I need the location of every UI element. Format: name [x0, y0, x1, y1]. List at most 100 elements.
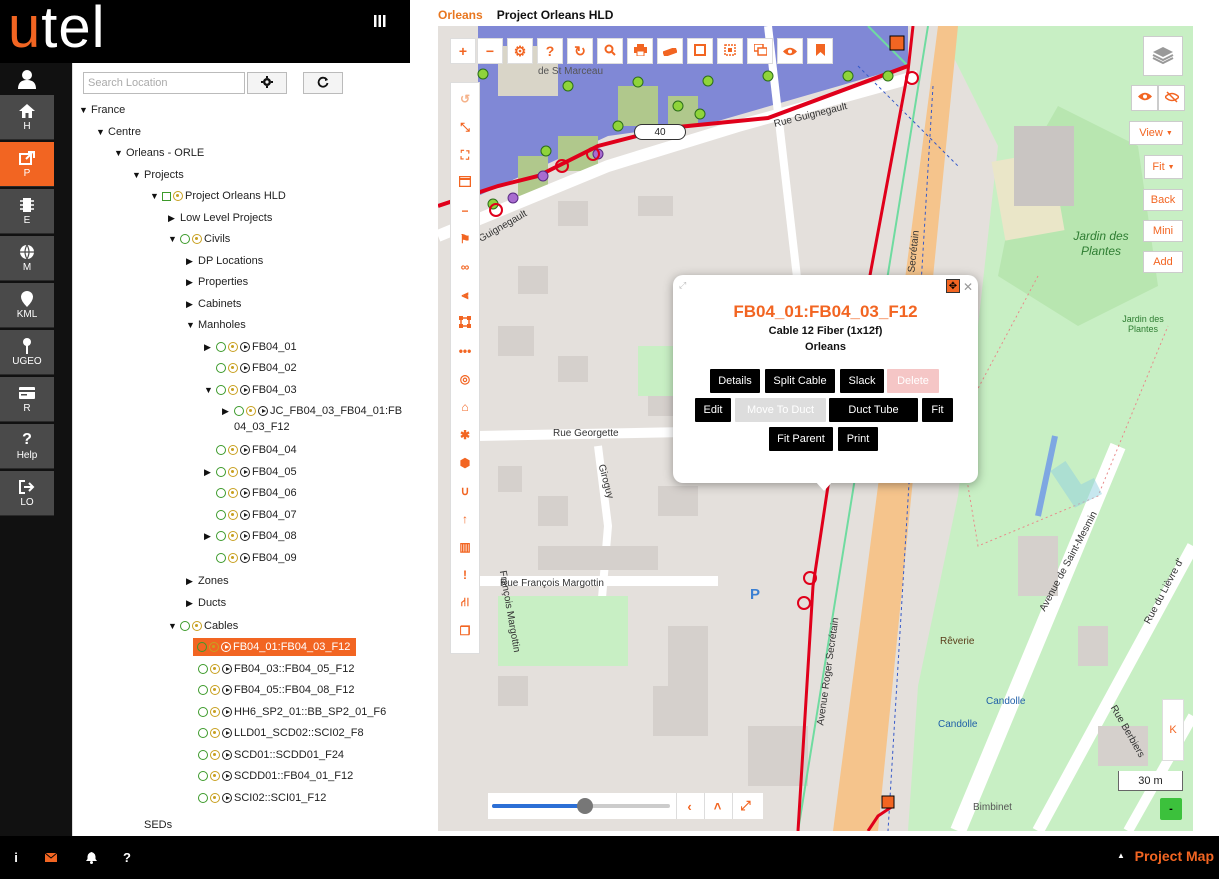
play-circle-icon[interactable]	[222, 685, 232, 695]
magnet-button[interactable]: ∪	[453, 479, 477, 503]
play-circle-icon[interactable]	[240, 385, 250, 395]
expanded-caret-icon[interactable]: ▼	[79, 105, 91, 115]
minimap-toggle-button[interactable]: -	[1160, 798, 1182, 820]
visibility-circle-icon[interactable]	[234, 406, 244, 416]
mail-icon[interactable]	[38, 836, 64, 879]
visibility-circle-icon[interactable]	[216, 445, 226, 455]
delete-button[interactable]: Delete	[887, 369, 939, 393]
panel-button[interactable]	[453, 171, 477, 195]
opacity-slider[interactable]	[492, 798, 670, 814]
nav-projects[interactable]: P	[0, 142, 54, 187]
tree-node-project-hld[interactable]: ▼ Project Orleans HLD	[150, 187, 286, 205]
close-icon[interactable]: ✕	[963, 280, 973, 294]
building-button[interactable]: ▥	[453, 535, 477, 559]
tree-node-projects[interactable]: ▼ Projects	[132, 166, 184, 184]
fit-parent-button[interactable]: Fit Parent	[769, 427, 833, 451]
road-button[interactable]: ⛙	[453, 591, 477, 615]
map-canvas[interactable]: Rue Guignegault Guignegault de St Marcea…	[438, 26, 1193, 831]
cable-item[interactable]: FB04_03::FB04_05_F12	[198, 660, 354, 678]
move-to-duct-button[interactable]: Move To Duct	[735, 398, 826, 422]
add-button[interactable]: Add	[1143, 251, 1183, 273]
collapsed-caret-icon[interactable]: ▶	[186, 277, 198, 288]
fit-button[interactable]: Fit	[922, 398, 953, 422]
split-cable-button[interactable]: Split Cable	[765, 369, 835, 393]
refresh-button[interactable]: ↻	[567, 38, 593, 64]
tree-node-fb04-09[interactable]: FB04_09	[216, 549, 297, 567]
collapsed-caret-icon[interactable]: ▶	[186, 598, 198, 609]
collapse-button[interactable]: ⤡	[453, 115, 477, 139]
play-circle-icon[interactable]	[240, 510, 250, 520]
visibility-circle-icon[interactable]	[216, 363, 226, 373]
visibility-circle-icon[interactable]	[216, 531, 226, 541]
vertex-button[interactable]	[453, 311, 477, 335]
status-circle-icon[interactable]	[228, 553, 238, 563]
tree-node-fb04-04[interactable]: FB04_04	[216, 441, 297, 459]
bookmark-button[interactable]	[807, 38, 833, 64]
expanded-caret-icon[interactable]: ▼	[186, 320, 198, 330]
k-button[interactable]: K	[1162, 699, 1184, 761]
play-circle-icon[interactable]	[222, 750, 232, 760]
tree-node-cables[interactable]: ▼ Cables	[168, 617, 238, 635]
visibility-circle-icon[interactable]	[216, 553, 226, 563]
visibility-circle-icon[interactable]	[216, 467, 226, 477]
visibility-circle-icon[interactable]	[198, 664, 208, 674]
collapsed-caret-icon[interactable]: ▶	[204, 467, 216, 478]
tree-node-low-level[interactable]: ▶ Low Level Projects	[168, 209, 272, 227]
tree-node-zones[interactable]: ▶ Zones	[186, 572, 229, 590]
play-circle-icon[interactable]	[222, 664, 232, 674]
slack-loop-button[interactable]: ∞	[453, 255, 477, 279]
alert-button[interactable]: !	[453, 563, 477, 587]
visibility-circle-icon[interactable]	[198, 793, 208, 803]
play-circle-icon[interactable]	[240, 553, 250, 563]
play-circle-icon[interactable]	[240, 363, 250, 373]
bell-icon[interactable]	[78, 836, 104, 879]
copy-button[interactable]: ❐	[453, 619, 477, 643]
visibility-circle-icon[interactable]	[198, 771, 208, 781]
cable-item[interactable]: SCI02::SCI01_F12	[198, 789, 326, 807]
target-button[interactable]: ◎	[453, 367, 477, 391]
mini-button[interactable]: Mini	[1143, 220, 1183, 242]
collapsed-caret-icon[interactable]: ▶	[168, 213, 180, 224]
expanded-caret-icon[interactable]: ▼	[132, 170, 144, 180]
expanded-caret-icon[interactable]: ▼	[204, 385, 216, 395]
tree-node-centre[interactable]: ▼ Centre	[96, 123, 141, 141]
status-circle-icon[interactable]	[173, 191, 183, 201]
print-button[interactable]	[627, 38, 653, 64]
tree-node-france[interactable]: ▼ France	[79, 101, 125, 119]
expanded-caret-icon[interactable]: ▼	[168, 621, 180, 631]
details-button[interactable]: Details	[710, 369, 760, 393]
cable-item[interactable]: FB04_05::FB04_08_F12	[198, 681, 354, 699]
layers-button[interactable]	[1143, 36, 1183, 76]
expand-button[interactable]: ⤢	[732, 793, 758, 819]
status-circle-icon[interactable]	[210, 793, 220, 803]
collapsed-caret-icon[interactable]: ▶	[222, 406, 234, 417]
status-circle-icon[interactable]	[210, 707, 220, 717]
tree-node-fb04-08[interactable]: ▶ FB04_08	[204, 527, 297, 545]
breadcrumb-orleans[interactable]: Orleans	[438, 8, 483, 22]
visibility-circle-icon[interactable]	[198, 750, 208, 760]
tree-node-civils[interactable]: ▼ Civils	[168, 230, 230, 248]
slack-button[interactable]: Slack	[840, 369, 884, 393]
show-layer-button[interactable]	[1131, 85, 1158, 111]
split-button[interactable]: ⫷	[453, 283, 477, 307]
nav-equipment[interactable]: E	[0, 189, 54, 234]
search-button[interactable]	[597, 38, 623, 64]
visibility-circle-icon[interactable]	[198, 685, 208, 695]
play-circle-icon[interactable]	[222, 771, 232, 781]
tree-node-orleans[interactable]: ▼ Orleans - ORLE	[114, 144, 204, 162]
tree-node-fb04-01[interactable]: ▶ FB04_01	[204, 338, 297, 356]
visibility-circle-icon[interactable]	[180, 234, 190, 244]
collapsed-caret-icon[interactable]: ▶	[186, 576, 198, 587]
play-circle-icon[interactable]	[222, 707, 232, 717]
status-circle-icon[interactable]	[210, 750, 220, 760]
collapsed-caret-icon[interactable]: ▶	[186, 299, 198, 310]
status-circle-icon[interactable]	[210, 728, 220, 738]
play-circle-icon[interactable]	[222, 793, 232, 803]
expand-popup-icon[interactable]: ⤢	[679, 280, 686, 291]
status-circle-icon[interactable]	[246, 406, 256, 416]
play-circle-icon[interactable]	[258, 406, 268, 416]
status-circle-icon[interactable]	[210, 685, 220, 695]
play-circle-icon[interactable]	[222, 728, 232, 738]
visibility-circle-icon[interactable]	[216, 342, 226, 352]
visibility-circle-icon[interactable]	[198, 728, 208, 738]
